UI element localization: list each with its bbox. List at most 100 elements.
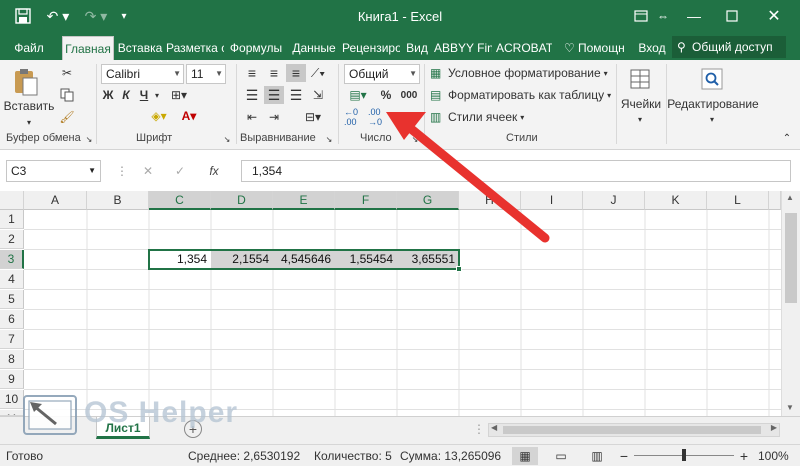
decrease-decimal-icon[interactable]: .00 →0 — [368, 107, 390, 127]
tab-data[interactable]: Данные — [290, 36, 338, 60]
page-break-view-icon[interactable]: ▥ — [584, 447, 610, 465]
undo-icon[interactable]: ↶ ▾ — [46, 6, 70, 26]
bold-button[interactable]: Ж — [100, 86, 116, 104]
column-header[interactable]: B — [87, 191, 149, 210]
row-header[interactable]: 4 — [0, 270, 24, 289]
format-as-table-button[interactable]: ▤ Форматировать как таблицу ▾ — [430, 86, 616, 104]
tab-acrobat[interactable]: ACROBAT — [496, 36, 552, 60]
paste-button[interactable]: Вставить — [2, 98, 56, 114]
cells-icon[interactable] — [626, 66, 654, 92]
horizontal-scrollbar[interactable]: ◀ ▶ — [488, 423, 780, 437]
cancel-icon[interactable]: ✕ — [138, 163, 158, 179]
zoom-slider-thumb[interactable] — [682, 449, 686, 461]
save-icon[interactable] — [14, 6, 32, 26]
zoom-in-icon[interactable]: + — [738, 447, 750, 465]
font-color-icon[interactable]: A▾ — [176, 106, 202, 126]
alignment-launcher-icon[interactable]: ↘ — [324, 134, 334, 144]
column-header[interactable]: H — [459, 191, 521, 210]
redo-icon[interactable]: ↷ ▾ — [84, 6, 108, 26]
name-box[interactable]: C3 ▼ — [6, 160, 101, 182]
thousands-button[interactable]: 000 — [398, 86, 420, 104]
row-header[interactable]: 3 — [0, 250, 24, 269]
vertical-scrollbar[interactable]: ▲ ▼ — [781, 191, 800, 416]
fill-color-icon[interactable]: ◈▾ — [146, 106, 172, 126]
customize-toolbar-icon[interactable]: ▾ — [118, 6, 130, 26]
zoom-level[interactable]: 100% — [758, 449, 789, 463]
currency-icon[interactable]: ▤▾ — [344, 86, 372, 104]
italic-button[interactable]: К — [118, 86, 134, 104]
tab-signin[interactable]: Вход — [636, 36, 668, 60]
column-header[interactable]: D — [211, 191, 273, 210]
column-header[interactable]: C — [149, 191, 211, 210]
row-header[interactable]: 6 — [0, 310, 24, 329]
row-header[interactable]: 2 — [0, 230, 24, 249]
scroll-thumb[interactable] — [785, 213, 797, 303]
split-grip-icon[interactable]: ⋮ — [473, 421, 485, 437]
editing-icon[interactable] — [698, 66, 726, 92]
restore-arrows-icon[interactable]: ⇔ — [655, 6, 671, 26]
formula-input[interactable]: 1,354 — [241, 160, 791, 182]
tab-view[interactable]: Вид — [404, 36, 430, 60]
copy-icon[interactable] — [58, 86, 76, 104]
row-header[interactable]: 1 — [0, 210, 24, 229]
select-all-corner[interactable] — [0, 191, 24, 210]
cell-styles-button[interactable]: ▥ Стили ячеек ▾ — [430, 108, 540, 126]
increase-indent-icon[interactable]: ⇥ — [264, 108, 284, 126]
column-header[interactable]: A — [24, 191, 87, 210]
normal-view-icon[interactable]: ▦ — [512, 447, 538, 465]
minimize-icon[interactable]: — — [686, 6, 702, 26]
font-launcher-icon[interactable]: ↘ — [222, 134, 232, 144]
cells-dropdown-icon[interactable]: ▾ — [630, 114, 650, 124]
wrap-text-icon[interactable]: ⇲ — [308, 86, 328, 104]
collapse-ribbon-icon[interactable]: ⌃ — [780, 132, 794, 144]
conditional-formatting-button[interactable]: ▦ Условное форматирование ▾ — [430, 64, 614, 82]
borders-icon[interactable]: ⊞▾ — [166, 86, 192, 104]
row-header[interactable]: 5 — [0, 290, 24, 309]
align-center-icon[interactable]: ☰ — [264, 86, 284, 104]
page-layout-view-icon[interactable]: ▭ — [548, 447, 574, 465]
paste-icon[interactable] — [6, 66, 46, 98]
format-painter-icon[interactable]: 🖌 — [58, 108, 76, 126]
column-header[interactable]: G — [397, 191, 459, 210]
number-launcher-icon[interactable]: ↘ — [410, 134, 420, 144]
row-header[interactable]: 8 — [0, 350, 24, 369]
paste-dropdown-icon[interactable]: ▾ — [4, 116, 54, 128]
scroll-left-icon[interactable]: ◀ — [491, 423, 497, 432]
column-header[interactable]: K — [645, 191, 707, 210]
align-left-icon[interactable]: ☰ — [242, 86, 262, 104]
share-button[interactable]: ⚲ Общий доступ — [672, 36, 786, 58]
hscroll-thumb[interactable] — [503, 426, 761, 434]
column-header[interactable]: J — [583, 191, 645, 210]
row-header[interactable]: 9 — [0, 370, 24, 389]
font-name-select[interactable]: Calibri ▼ — [101, 64, 184, 84]
align-middle-icon[interactable]: ≡ — [264, 64, 284, 82]
scroll-right-icon[interactable]: ▶ — [771, 423, 777, 432]
cut-icon[interactable]: ✂ — [58, 64, 76, 82]
tab-formulas[interactable]: Формулы — [228, 36, 284, 60]
insert-function-icon[interactable]: fx — [202, 163, 226, 179]
tab-home[interactable]: Главная — [62, 36, 114, 60]
maximize-icon[interactable] — [724, 6, 740, 26]
tab-review[interactable]: Рецензиро — [342, 36, 400, 60]
align-top-icon[interactable]: ≡ — [242, 64, 262, 82]
tab-help[interactable]: ♡ Помощн — [562, 36, 632, 60]
ribbon-display-icon[interactable] — [633, 6, 649, 26]
font-size-select[interactable]: 11 ▼ — [186, 64, 226, 84]
tab-layout[interactable]: Разметка с — [166, 36, 224, 60]
fill-handle[interactable] — [456, 266, 462, 272]
column-header[interactable]: F — [335, 191, 397, 210]
number-format-select[interactable]: Общий ▼ — [344, 64, 420, 84]
align-bottom-icon[interactable]: ≡ — [286, 64, 306, 82]
percent-button[interactable]: % — [378, 86, 394, 104]
zoom-out-icon[interactable]: − — [618, 447, 630, 465]
underline-dropdown-icon[interactable]: ▾ — [152, 86, 162, 104]
cells-button[interactable]: Ячейки — [618, 96, 664, 112]
orientation-icon[interactable]: ⟋▾ — [308, 64, 328, 82]
column-header[interactable]: E — [273, 191, 335, 210]
tab-insert[interactable]: Вставка — [116, 36, 164, 60]
column-header[interactable]: I — [521, 191, 583, 210]
clipboard-launcher-icon[interactable]: ↘ — [84, 134, 94, 144]
enter-icon[interactable]: ✓ — [170, 163, 190, 179]
row-header[interactable]: 7 — [0, 330, 24, 349]
worksheet-grid[interactable]: A B C D E F G H I J K L 1 2 3 4 5 6 7 8 … — [0, 191, 800, 416]
